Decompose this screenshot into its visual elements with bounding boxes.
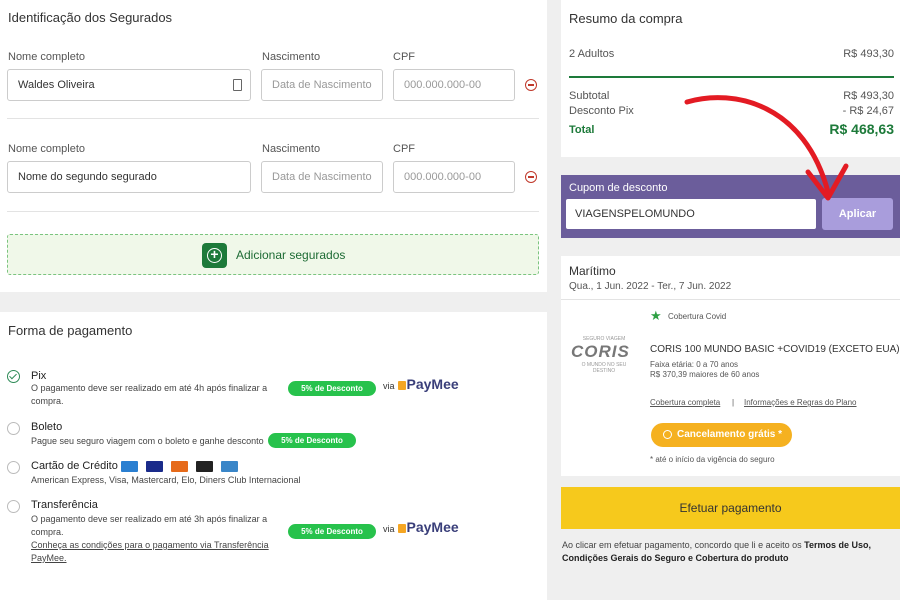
elo-icon (196, 461, 213, 472)
lock-icon (397, 381, 406, 390)
pix-discount-badge: 5% de Desconto (288, 381, 376, 396)
name-input-2[interactable]: Nome do segundo segurado (7, 161, 251, 193)
transfer-title: Transferência (31, 499, 98, 511)
subtotal-label: Subtotal (569, 90, 610, 102)
credit-card-title: Cartão de Crédito (31, 460, 118, 472)
plan-name: CORIS 100 MUNDO BASIC +COVID19 (EXCETO E… (650, 344, 900, 355)
birth-label: Nascimento (262, 51, 321, 63)
mastercard-icon (171, 461, 188, 472)
link-separator: | (732, 398, 735, 407)
plan-card: Marítimo Qua., 1 Jun. 2022 - Ter., 7 Jun… (561, 256, 900, 476)
cpf-label: CPF (393, 51, 415, 63)
summary-divider (569, 76, 894, 78)
plus-circle-icon (202, 243, 227, 268)
subtotal-value: R$ 493,30 (843, 90, 894, 102)
coupon-input[interactable]: VIAGENSPELOMUNDO (566, 199, 816, 229)
cpf-input-2[interactable]: 000.000.000-00 (393, 161, 515, 193)
destination: Marítimo (569, 264, 616, 278)
total-value: R$ 468,63 (829, 121, 894, 137)
full-coverage-link[interactable]: Cobertura completa (650, 398, 720, 407)
birth-input-1[interactable]: Data de Nascimento (261, 69, 383, 101)
cpf-label: CPF (393, 143, 415, 155)
diners-icon (221, 461, 238, 472)
terms-link[interactable]: Termos de Uso, (804, 540, 871, 550)
pix-radio[interactable] (7, 370, 20, 383)
credit-card-radio[interactable] (7, 461, 20, 474)
transfer-conditions-link[interactable]: Conheça as condições para o pagamento vi… (31, 539, 281, 552)
transfer-desc: O pagamento deve ser realizado em até 3h… (31, 513, 281, 565)
birth-input-2[interactable]: Data de Nascimento (261, 161, 383, 193)
plan-rules-link[interactable]: Informações e Regras do Plano (744, 398, 857, 407)
boleto-desc: Pague seu seguro viagem com o boleto e g… (31, 436, 264, 446)
apply-coupon-button[interactable]: Aplicar (822, 198, 893, 230)
order-summary: Resumo da compra 2 Adultos R$ 493,30 Sub… (561, 0, 900, 157)
coupon-section: Cupom de desconto VIAGENSPELOMUNDO Aplic… (561, 175, 900, 238)
transfer-discount-badge: 5% de Desconto (288, 524, 376, 539)
paymee-logo: via PayMee (383, 376, 459, 392)
divider (561, 299, 900, 300)
add-insured-button[interactable]: Adicionar segurados (7, 234, 539, 275)
clock-icon (663, 430, 672, 439)
divider (7, 118, 539, 119)
credit-card-desc: American Express, Visa, Mastercard, Elo,… (31, 475, 301, 485)
discount-label: Desconto Pix (569, 105, 634, 117)
birth-label: Nascimento (262, 143, 321, 155)
visa-icon (146, 461, 163, 472)
boleto-radio[interactable] (7, 422, 20, 435)
lock-icon (397, 524, 406, 533)
insured-section: Identificação dos Segurados Nome complet… (0, 0, 547, 292)
paymee-logo: via PayMee (383, 519, 459, 535)
divider (7, 211, 539, 212)
coupon-title: Cupom de desconto (569, 182, 668, 194)
name-input-value: Waldes Oliveira (18, 79, 95, 91)
add-insured-label: Adicionar segurados (236, 248, 346, 262)
remove-insured-icon[interactable] (525, 171, 537, 183)
terms-text: Ao clicar em efetuar pagamento, concordo… (562, 540, 872, 563)
covid-coverage: Cobertura Covid (668, 312, 727, 321)
name-input-1[interactable]: Waldes Oliveira (7, 69, 251, 101)
discount-value: - R$ 24,67 (842, 105, 894, 117)
senior-price: R$ 370,39 maiores de 60 anos (650, 370, 760, 379)
transfer-conditions-link-end[interactable]: PayMee. (31, 552, 281, 565)
free-cancellation-button[interactable]: Cancelamento grátis * (651, 423, 792, 447)
cpf-input-1[interactable]: 000.000.000-00 (393, 69, 515, 101)
adults-value: R$ 493,30 (843, 48, 894, 60)
trip-dates: Qua., 1 Jun. 2022 - Ter., 7 Jun. 2022 (569, 281, 732, 292)
pix-title: Pix (31, 370, 47, 382)
pix-desc: O pagamento deve ser realizado em até 4h… (31, 383, 268, 406)
insured-title: Identificação dos Segurados (8, 10, 173, 25)
boleto-discount-badge: 5% de Desconto (268, 433, 356, 448)
summary-title: Resumo da compra (569, 11, 683, 26)
contact-card-icon (233, 79, 242, 91)
transfer-radio[interactable] (7, 500, 20, 513)
star-icon: ★ (650, 308, 662, 323)
payment-section: Forma de pagamento Pix O pagamento deve … (0, 312, 547, 600)
adults-label: 2 Adultos (569, 48, 615, 60)
payment-title: Forma de pagamento (8, 323, 133, 338)
conditions-link[interactable]: Condições Gerais do Seguro e Cobertura d… (562, 553, 789, 563)
remove-insured-icon[interactable] (525, 79, 537, 91)
total-label: Total (569, 124, 595, 136)
name-label: Nome completo (8, 143, 86, 155)
checkout-button[interactable]: Efetuar pagamento (561, 487, 900, 529)
age-range: Faixa etária: 0 a 70 anos (650, 360, 739, 369)
cancellation-note: * até o início da vigência do seguro (650, 455, 775, 464)
coris-logo: SEGURO VIAGEM CORIS O MUNDO NO SEU DESTI… (571, 336, 630, 374)
amex-icon (121, 461, 138, 472)
boleto-title: Boleto (31, 421, 63, 433)
name-label: Nome completo (8, 51, 86, 63)
